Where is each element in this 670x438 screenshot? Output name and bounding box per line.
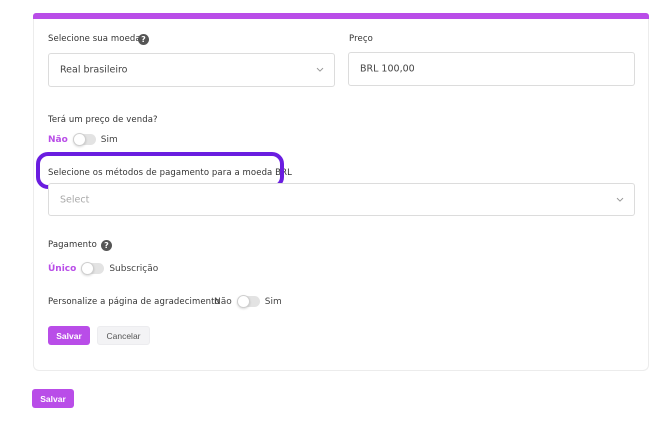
payment-methods-placeholder: Select [60, 194, 90, 205]
sale-price-switch[interactable] [72, 133, 96, 146]
thankyou-label: Personalize a página de agradecimento [48, 297, 220, 307]
page-save-button[interactable]: Salvar [32, 389, 74, 408]
currency-select-value: Real brasileiro [60, 64, 128, 76]
price-label: Preço [349, 34, 373, 44]
question-circle-icon[interactable]: ? [138, 34, 149, 45]
switch-knob [236, 295, 250, 308]
switch-knob [72, 133, 86, 146]
payment-methods-select[interactable]: Select [48, 183, 635, 216]
switch-knob [81, 262, 95, 275]
card-accent-bar [33, 13, 649, 19]
thankyou-no-option[interactable]: Não [214, 297, 232, 307]
payment-toggle-row: Único Subscrição [48, 262, 158, 275]
payment-switch[interactable] [81, 262, 105, 275]
currency-label: Selecione sua moeda [48, 34, 141, 44]
form-cancel-button[interactable]: Cancelar [97, 326, 150, 345]
payment-subscription-option[interactable]: Subscrição [109, 264, 158, 274]
sale-price-toggle-row: Não Sim [48, 133, 118, 146]
currency-select[interactable]: Real brasileiro [48, 53, 335, 87]
sale-price-no-option[interactable]: Não [48, 135, 68, 145]
payment-label: Pagamento [48, 240, 97, 250]
chevron-down-icon [616, 197, 624, 202]
chevron-down-icon [316, 67, 324, 72]
thankyou-yes-option[interactable]: Sim [265, 297, 282, 307]
thankyou-toggle-row: Não Sim [214, 295, 282, 308]
sale-price-yes-option[interactable]: Sim [101, 135, 118, 145]
price-input-value: BRL 100,00 [360, 63, 415, 75]
question-circle-icon[interactable]: ? [101, 240, 112, 251]
price-input[interactable]: BRL 100,00 [348, 52, 635, 86]
payment-single-option[interactable]: Único [48, 264, 76, 274]
sale-price-question: Terá um preço de venda? [48, 115, 158, 125]
thankyou-switch[interactable] [236, 295, 260, 308]
form-save-button[interactable]: Salvar [48, 326, 90, 345]
